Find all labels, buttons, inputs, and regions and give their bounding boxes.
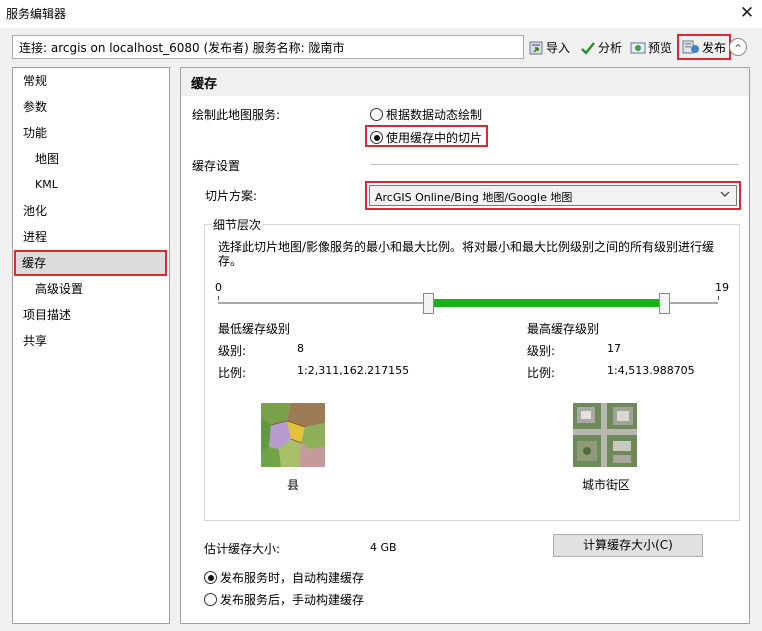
county-caption: 县	[287, 478, 300, 492]
tiling-scheme-select[interactable]: ArcGIS Online/Bing 地图/Google 地图	[365, 181, 741, 210]
max-level-handle[interactable]	[659, 293, 671, 314]
max-level-label: 级别:	[527, 344, 556, 358]
sidebar-item-capabilities[interactable]: 功能	[23, 120, 47, 146]
radio-dynamic[interactable]: 根据数据动态绘制	[370, 106, 482, 123]
max-level-value: 17	[607, 342, 621, 355]
max-cache-title: 最高缓存级别	[527, 322, 600, 336]
radio-build-manual-label: 发布服务后，手动构建缓存	[220, 593, 365, 607]
import-label: 导入	[546, 41, 571, 55]
sidebar-item-caching[interactable]: 缓存	[14, 250, 167, 276]
min-cache-title: 最低缓存级别	[218, 322, 291, 336]
analyze-button[interactable]: 分析	[580, 37, 622, 58]
radio-cached-label: 使用缓存中的切片	[386, 131, 483, 145]
radio-build-auto-label: 发布服务时，自动构建缓存	[220, 571, 365, 585]
publish-icon	[682, 40, 699, 54]
radio-dynamic-button[interactable]	[370, 108, 383, 121]
radio-cached-button[interactable]	[370, 131, 383, 144]
divider	[370, 164, 738, 165]
level-of-detail-title: 细节层次	[211, 216, 264, 233]
max-scale-label: 比例:	[527, 366, 556, 380]
sidebar-item-parameters[interactable]: 参数	[23, 94, 47, 120]
sidebar-item-pooling[interactable]: 池化	[23, 198, 47, 224]
publish-label: 发布	[702, 40, 727, 55]
publish-button[interactable]: 发布	[677, 34, 732, 60]
slider-max-label: 19	[715, 281, 729, 294]
preview-icon	[630, 42, 646, 53]
connection-field: 连接: arcgis on localhost_6080 (发布者) 服务名称:…	[12, 35, 524, 59]
sidebar-item-processes[interactable]: 进程	[23, 224, 47, 250]
sidebar-item-map[interactable]: 地图	[35, 146, 59, 172]
radio-build-manual[interactable]: 发布服务后，手动构建缓存	[204, 591, 364, 608]
tiling-scheme-value: ArcGIS Online/Bing 地图/Google 地图	[375, 191, 573, 204]
slider-tick	[218, 296, 219, 300]
sidebar-item-item-description[interactable]: 项目描述	[23, 302, 71, 328]
sidebar-item-general[interactable]: 常规	[23, 68, 47, 94]
collapse-icon[interactable]: ⌃	[729, 38, 747, 56]
window-title: 服务编辑器	[6, 7, 67, 21]
slider-tick	[718, 296, 719, 300]
radio-dynamic-label: 根据数据动态绘制	[386, 108, 483, 122]
sidebar-item-sharing[interactable]: 共享	[23, 328, 47, 354]
sidebar-item-advanced-settings[interactable]: 高级设置	[35, 276, 83, 302]
level-of-detail-description: 选择此切片地图/影像服务的最小和最大比例。将对最小和最大比例级别之间的所有级别进…	[218, 240, 715, 268]
tiling-scheme-label: 切片方案:	[205, 189, 258, 203]
scale-slider-range	[428, 299, 666, 307]
checkmark-icon	[581, 41, 595, 55]
sidebar-item-kml[interactable]: KML	[35, 172, 58, 198]
radio-build-auto-button[interactable]	[204, 571, 217, 584]
county-preview-image	[261, 403, 325, 467]
min-level-handle[interactable]	[422, 293, 434, 314]
analyze-label: 分析	[598, 41, 623, 55]
close-icon[interactable]: ✕	[737, 1, 757, 25]
radio-build-manual-button[interactable]	[204, 593, 217, 606]
min-level-value: 8	[297, 342, 304, 355]
slider-min-label: 0	[215, 281, 222, 294]
city-block-preview-image	[573, 403, 637, 467]
panel-header	[181, 68, 749, 96]
min-scale-value: 1:2,311,162.217155	[297, 364, 410, 377]
estimated-size-value: 4 GB	[370, 541, 397, 554]
page-title: 缓存	[191, 77, 218, 92]
city-block-caption: 城市街区	[582, 478, 631, 492]
calculate-cache-size-button[interactable]: 计算缓存大小(C)	[553, 534, 703, 557]
radio-build-auto[interactable]: 发布服务时，自动构建缓存	[204, 569, 364, 586]
preview-button[interactable]: 预览	[630, 37, 672, 58]
chevron-down-icon	[720, 189, 730, 202]
title-bar	[0, 0, 762, 28]
cache-settings-label: 缓存设置	[192, 159, 241, 173]
max-scale-value: 1:4,513.988705	[607, 364, 695, 377]
min-level-label: 级别:	[218, 344, 247, 358]
estimated-size-label: 估计缓存大小:	[204, 542, 281, 556]
min-scale-label: 比例:	[218, 366, 247, 380]
import-button[interactable]: 导入	[528, 37, 570, 58]
import-icon	[529, 41, 543, 54]
preview-label: 预览	[648, 41, 673, 55]
radio-cached[interactable]: 使用缓存中的切片	[365, 125, 489, 147]
draw-service-label: 绘制此地图服务:	[192, 108, 281, 122]
